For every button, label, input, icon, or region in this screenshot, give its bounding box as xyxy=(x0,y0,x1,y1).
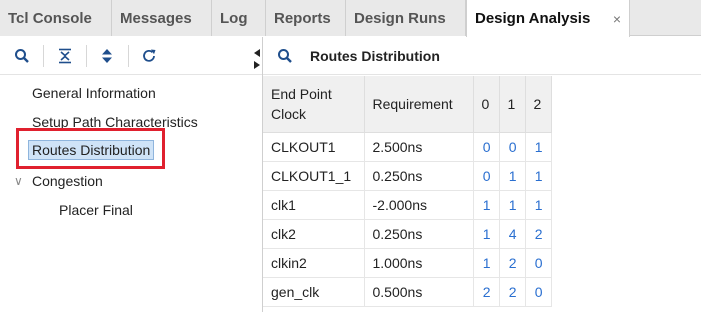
routes-distribution-panel: Routes Distribution End Point Clock Requ… xyxy=(263,37,701,312)
tree-item-label: Congestion xyxy=(32,173,103,189)
tab-log[interactable]: Log xyxy=(212,0,266,36)
cell-requirement: -2.000ns xyxy=(364,190,474,220)
cell-count-2[interactable]: 0 xyxy=(525,277,552,307)
cell-count-2[interactable]: 1 xyxy=(525,132,552,162)
page-title: Routes Distribution xyxy=(310,48,440,64)
table-row[interactable]: clk1 -2.000ns 1 1 1 xyxy=(263,190,552,220)
cell-end-point-clock: CLKOUT1 xyxy=(263,132,365,162)
table-row[interactable]: CLKOUT1 2.500ns 0 0 1 xyxy=(263,132,552,162)
cell-requirement: 0.250ns xyxy=(364,161,474,191)
cell-count-1[interactable]: 1 xyxy=(499,161,526,191)
column-header-0[interactable]: 0 xyxy=(473,76,500,133)
table-row[interactable]: CLKOUT1_1 0.250ns 0 1 1 xyxy=(263,161,552,191)
cell-count-0[interactable]: 1 xyxy=(473,219,500,249)
column-header-end-point-clock[interactable]: End Point Clock xyxy=(263,76,365,133)
tab-label: Reports xyxy=(274,9,331,27)
table-row[interactable]: clkin2 1.000ns 1 2 0 xyxy=(263,248,552,278)
navigation-panel: General Information Setup Path Character… xyxy=(0,37,262,312)
highlight-annotation xyxy=(16,128,165,169)
cell-end-point-clock: clk1 xyxy=(263,190,365,220)
splitter-arrows-icon[interactable] xyxy=(253,47,261,71)
tree-item-placer-final[interactable]: Placer Final xyxy=(59,202,133,218)
tab-messages[interactable]: Messages xyxy=(112,0,212,36)
tab-label: Tcl Console xyxy=(8,9,92,27)
refresh-icon[interactable] xyxy=(139,46,159,66)
cell-requirement: 0.500ns xyxy=(364,277,474,307)
cell-requirement: 1.000ns xyxy=(364,248,474,278)
cell-end-point-clock: clk2 xyxy=(263,219,365,249)
cell-count-1[interactable]: 1 xyxy=(499,190,526,220)
column-header-2[interactable]: 2 xyxy=(525,76,552,133)
tab-label: Messages xyxy=(120,9,192,27)
panel-header: Routes Distribution xyxy=(263,37,701,75)
toolbar-separator xyxy=(86,45,87,67)
tree-item-label: Placer Final xyxy=(59,202,133,218)
cell-count-2[interactable]: 1 xyxy=(525,161,552,191)
cell-count-0[interactable]: 2 xyxy=(473,277,500,307)
tab-label: Log xyxy=(220,9,248,27)
cell-count-0[interactable]: 1 xyxy=(473,190,500,220)
cell-requirement: 2.500ns xyxy=(364,132,474,162)
expand-all-icon[interactable] xyxy=(97,46,117,66)
cell-count-0[interactable]: 1 xyxy=(473,248,500,278)
tree-item-label: General Information xyxy=(32,85,156,101)
table-row[interactable]: gen_clk 0.500ns 2 2 0 xyxy=(263,277,552,307)
cell-count-1[interactable]: 2 xyxy=(499,248,526,278)
cell-count-2[interactable]: 0 xyxy=(525,248,552,278)
tab-label: Design Runs xyxy=(354,9,446,27)
column-header-1[interactable]: 1 xyxy=(499,76,526,133)
cell-count-2[interactable]: 2 xyxy=(525,219,552,249)
table-row[interactable]: clk2 0.250ns 1 4 2 xyxy=(263,219,552,249)
table-header-row: End Point Clock Requirement 0 1 2 xyxy=(263,76,552,133)
routes-table: End Point Clock Requirement 0 1 2 CLKOUT… xyxy=(263,76,552,307)
toolbar-separator xyxy=(128,45,129,67)
tab-reports[interactable]: Reports xyxy=(266,0,346,36)
cell-count-1[interactable]: 0 xyxy=(499,132,526,162)
cell-count-1[interactable]: 2 xyxy=(499,277,526,307)
tab-bar: Tcl Console Messages Log Reports Design … xyxy=(0,0,701,37)
cell-end-point-clock: gen_clk xyxy=(263,277,365,307)
cell-count-1[interactable]: 4 xyxy=(499,219,526,249)
collapse-all-icon[interactable] xyxy=(55,46,75,66)
chevron-down-icon[interactable]: ∨ xyxy=(14,174,23,188)
tab-design-analysis[interactable]: Design Analysis × xyxy=(466,0,630,37)
tab-design-runs[interactable]: Design Runs xyxy=(346,0,466,36)
close-icon[interactable]: × xyxy=(613,11,621,27)
cell-end-point-clock: CLKOUT1_1 xyxy=(263,161,365,191)
tree-item-general-information[interactable]: General Information xyxy=(32,85,156,101)
tab-tcl-console[interactable]: Tcl Console xyxy=(0,0,112,36)
cell-count-2[interactable]: 1 xyxy=(525,190,552,220)
toolbar-separator xyxy=(43,45,44,67)
cell-count-0[interactable]: 0 xyxy=(473,132,500,162)
search-icon[interactable] xyxy=(12,46,32,66)
tab-label: Design Analysis xyxy=(475,10,591,27)
column-header-requirement[interactable]: Requirement xyxy=(364,76,474,133)
tree-item-congestion[interactable]: Congestion xyxy=(32,173,103,189)
left-toolbar xyxy=(0,37,262,75)
cell-count-0[interactable]: 0 xyxy=(473,161,500,191)
cell-requirement: 0.250ns xyxy=(364,219,474,249)
cell-end-point-clock: clkin2 xyxy=(263,248,365,278)
search-icon[interactable] xyxy=(275,46,295,66)
